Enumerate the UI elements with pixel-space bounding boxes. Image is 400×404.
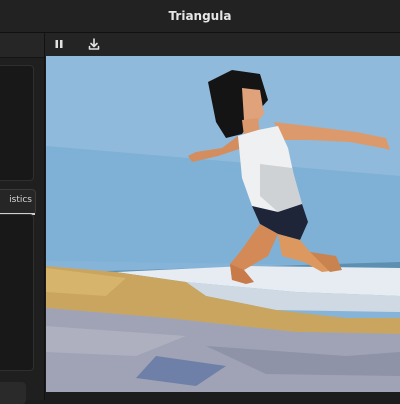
triangulated-image-canvas <box>46 56 400 392</box>
statistics-panel <box>0 214 34 371</box>
pause-icon <box>55 40 63 48</box>
pause-button[interactable] <box>48 35 70 53</box>
preview-panel <box>0 65 34 181</box>
sidebar-header <box>0 33 44 58</box>
toolbar <box>45 33 400 56</box>
sidebar-button[interactable] <box>0 382 26 404</box>
window-title: Triangula <box>168 9 232 23</box>
title-bar: Triangula <box>0 0 400 33</box>
tab-statistics[interactable]: istics <box>0 189 36 215</box>
triangulated-image <box>46 56 400 392</box>
bottom-bar <box>45 392 400 400</box>
download-icon <box>88 38 100 50</box>
tab-statistics-label: istics <box>9 195 32 205</box>
download-button[interactable] <box>83 35 105 53</box>
sidebar: istics <box>0 33 45 404</box>
